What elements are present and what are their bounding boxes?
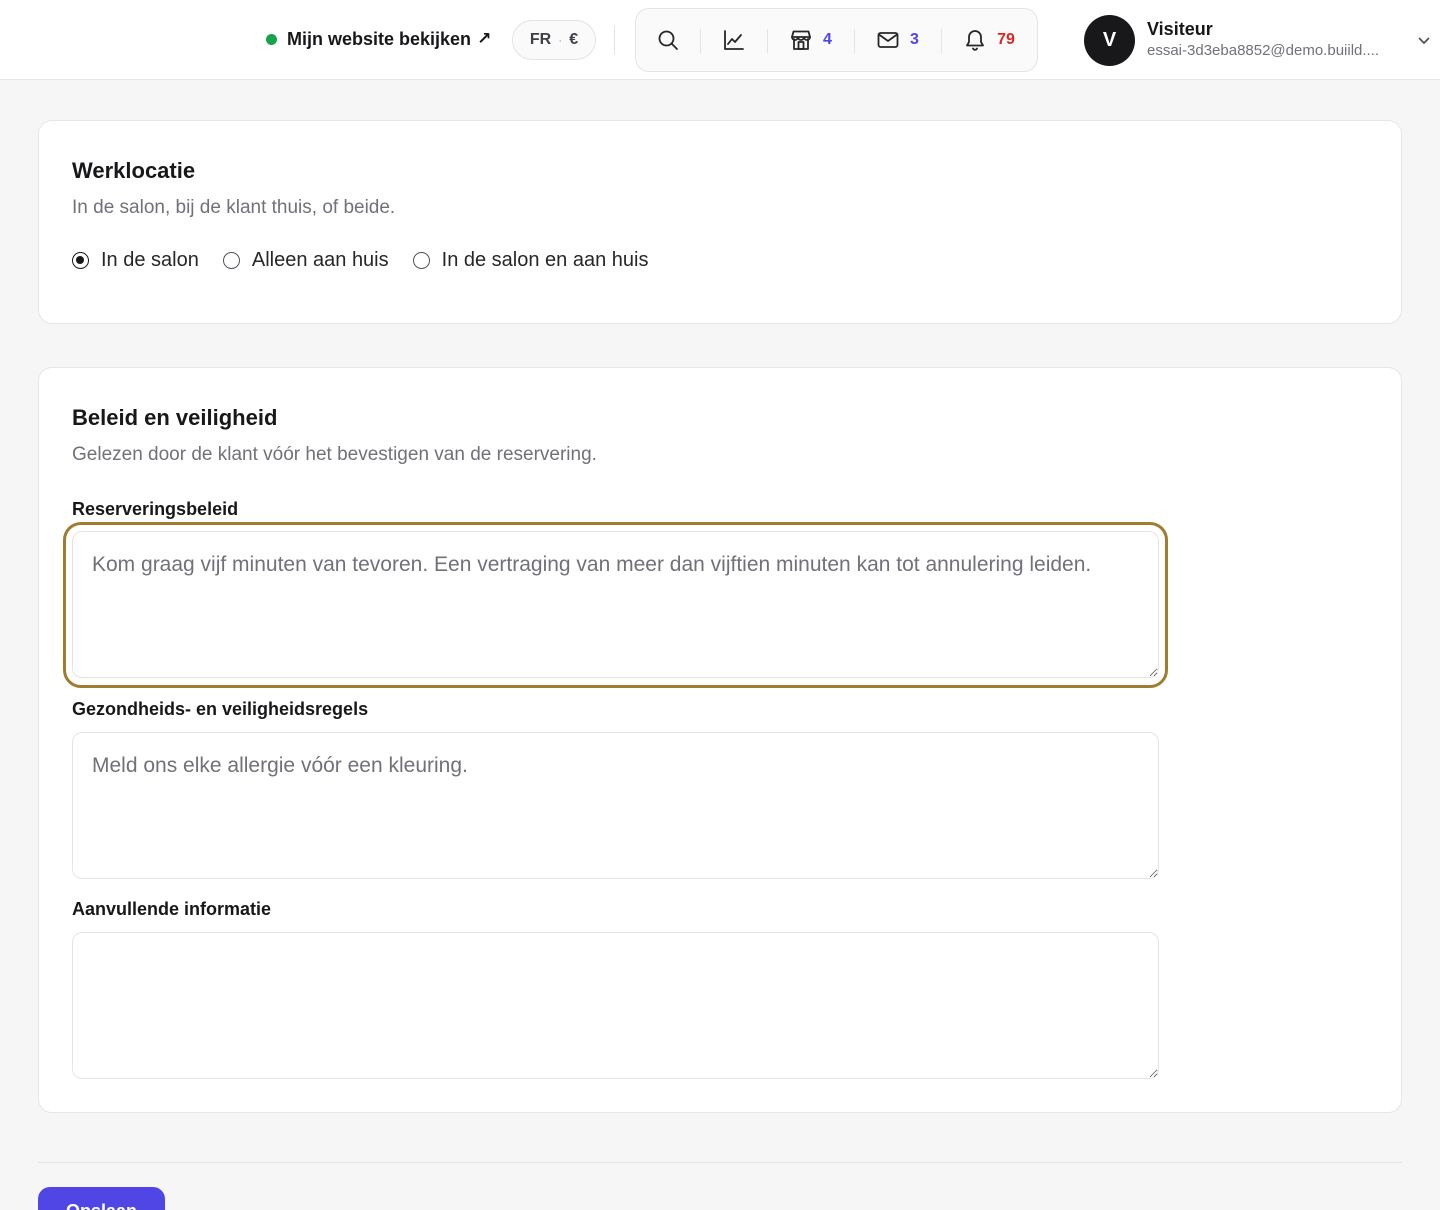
radio-indicator: [222, 252, 240, 269]
top-bar: Mijn website bekijken ↗ FR · € 4 3 79 V …: [0, 0, 1440, 80]
radio-in-salon[interactable]: In de salon: [72, 249, 199, 272]
additional-info-label: Aanvullende informatie: [72, 899, 272, 919]
topbar-divider: [614, 26, 615, 54]
work-location-options: In de salon Alleen aan huis In de salon …: [72, 249, 672, 272]
external-link-icon: ↗: [477, 29, 492, 48]
policy-safety-card: Beleid en veiligheid Gelezen door de kla…: [38, 367, 1402, 1113]
account-menu-toggle[interactable]: [1416, 32, 1432, 48]
radio-home-only[interactable]: Alleen aan huis: [222, 249, 389, 272]
search-icon: [658, 30, 678, 50]
policy-subtitle: Gelezen door de klant vóór het bevestige…: [72, 444, 597, 465]
statistics-button[interactable]: [700, 9, 767, 71]
view-website-link[interactable]: Mijn website bekijken ↗: [266, 27, 491, 51]
work-location-subtitle: In de salon, bij de klant thuis, of beid…: [72, 197, 396, 218]
chart-icon: [723, 30, 744, 50]
health-safety-label: Gezondheids- en veiligheidsregels: [72, 699, 369, 719]
radio-salon-and-home[interactable]: In de salon en aan huis: [412, 249, 649, 272]
language-currency-selector[interactable]: FR · €: [512, 20, 596, 60]
bell-icon: [966, 30, 984, 51]
work-location-card: Werklocatie In de salon, bij de klant th…: [38, 120, 1402, 324]
messages-count-badge: 3: [910, 31, 919, 48]
shop-button[interactable]: 4: [767, 9, 854, 71]
save-button[interactable]: Opslaan: [38, 1187, 165, 1210]
messages-button[interactable]: 3: [854, 9, 941, 71]
policy-title: Beleid en veiligheid: [72, 405, 278, 430]
user-email: essai-3d3eba8852@demo.buiild....: [1147, 42, 1380, 59]
online-status-dot: [266, 33, 277, 45]
notifications-count-badge: 79: [997, 31, 1015, 48]
language-separator: ·: [558, 33, 563, 47]
quick-actions-bar: 4 3 79: [635, 8, 1038, 72]
booking-policy-label: Reserveringsbeleid: [72, 499, 239, 519]
currency-symbol: €: [569, 31, 579, 48]
additional-info-textarea[interactable]: [72, 932, 1159, 1079]
store-icon: [791, 30, 811, 50]
footer-divider: [38, 1162, 1402, 1163]
radio-indicator: [412, 252, 430, 269]
chevron-down-icon: [1418, 37, 1430, 45]
notifications-button[interactable]: 79: [941, 9, 1037, 71]
health-safety-textarea[interactable]: [72, 732, 1159, 879]
view-website-label: Mijn website bekijken: [287, 28, 472, 49]
avatar[interactable]: V: [1084, 15, 1135, 66]
radio-label: In de salon: [101, 249, 199, 271]
language-code: FR: [529, 31, 552, 48]
shop-count-badge: 4: [823, 31, 832, 48]
search-button[interactable]: [636, 9, 700, 71]
work-location-title: Werklocatie: [72, 158, 196, 183]
radio-selected-indicator: [72, 252, 89, 269]
mail-icon: [877, 32, 899, 48]
user-name[interactable]: Visiteur: [1147, 19, 1213, 40]
radio-label: In de salon en aan huis: [441, 249, 649, 271]
booking-policy-textarea[interactable]: [72, 531, 1159, 678]
radio-label: Alleen aan huis: [251, 249, 389, 271]
